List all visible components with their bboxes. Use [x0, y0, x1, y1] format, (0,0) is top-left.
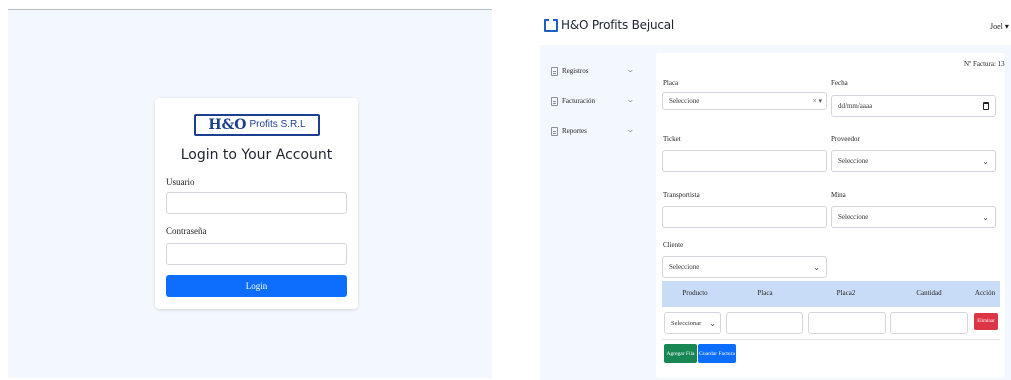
document-icon — [551, 66, 558, 76]
mina-label: Mina — [831, 191, 846, 199]
chevron-down-icon[interactable]: ⌄ — [626, 95, 635, 104]
chevron-down-icon[interactable]: ⌄ — [626, 65, 635, 74]
logo-sub-text: Profits S.R.L — [249, 119, 306, 130]
placa-select-value: Seleccione — [669, 97, 700, 105]
mina-select[interactable]: Seleccione ⌄ — [831, 206, 996, 228]
table-divider — [662, 339, 1000, 340]
sidebar-item-label: Registros — [562, 67, 589, 75]
chevron-down-icon: ⌄ — [982, 157, 989, 166]
brand-logo-icon — [544, 18, 558, 32]
calendar-icon[interactable] — [983, 102, 989, 110]
placa-select[interactable]: Seleccione × ▾ — [662, 92, 827, 110]
chevron-down-icon[interactable]: ⌄ — [626, 125, 635, 134]
chevron-down-icon: ⌄ — [813, 263, 820, 272]
document-icon — [551, 96, 558, 106]
placa-label: Placa — [663, 79, 679, 87]
producto-select[interactable]: Seleccionar ⌄ — [664, 312, 721, 334]
delete-row-button[interactable]: Eliminar — [974, 313, 998, 330]
login-button[interactable]: Login — [166, 275, 347, 297]
document-icon — [551, 126, 558, 136]
fecha-label: Fecha — [831, 79, 848, 87]
chevron-down-icon: ⌄ — [982, 213, 989, 222]
sidebar-item-label: Reportes — [562, 127, 587, 135]
placa-cell-input[interactable] — [726, 312, 803, 334]
proveedor-select-value: Seleccione — [838, 157, 869, 165]
clear-icon[interactable]: × ▾ — [813, 97, 822, 105]
placa2-cell-input[interactable] — [808, 312, 886, 334]
fecha-input-value: dd/mm/aaaa — [838, 102, 873, 110]
usuario-label: Usuario — [166, 177, 195, 187]
cliente-label: Cliente — [663, 241, 684, 249]
column-header-accion: Acción — [974, 289, 996, 297]
user-menu[interactable]: Joel ▾ — [990, 22, 1009, 31]
ticket-input[interactable] — [662, 150, 827, 172]
chevron-down-icon: ⌄ — [709, 319, 716, 328]
proveedor-label: Proveedor — [831, 135, 860, 143]
cliente-select-value: Seleccione — [669, 263, 700, 271]
cantidad-cell-input[interactable] — [890, 312, 968, 334]
proveedor-select[interactable]: Seleccione ⌄ — [831, 150, 996, 172]
column-header-producto: Producto — [682, 289, 708, 297]
usuario-input[interactable] — [166, 192, 347, 214]
login-page: H&O Profits S.R.L Login to Your Account … — [8, 10, 492, 378]
save-invoice-button[interactable]: Guardar Factura — [698, 344, 736, 363]
transportista-label: Transportista — [663, 191, 700, 199]
cliente-select[interactable]: Seleccione ⌄ — [662, 256, 827, 278]
fecha-input[interactable]: dd/mm/aaaa — [831, 95, 996, 117]
company-logo: H&O Profits S.R.L — [194, 114, 320, 136]
producto-select-value: Seleccionar — [671, 319, 702, 327]
mina-select-value: Seleccione — [838, 213, 869, 221]
ticket-label: Ticket — [663, 135, 681, 143]
app-brand[interactable]: H&O Profits Bejucal — [544, 18, 674, 32]
transportista-input[interactable] — [662, 206, 827, 228]
column-header-cantidad: Cantidad — [916, 289, 942, 297]
sidebar-item-label: Facturación — [562, 97, 596, 105]
contrasena-input[interactable] — [166, 243, 347, 265]
invoice-number: Nº Factura: 13 — [964, 60, 1005, 68]
sidebar-item-registros[interactable]: Registros — [551, 64, 588, 78]
sidebar-item-reportes[interactable]: Reportes — [551, 124, 587, 138]
login-title: Login to Your Account — [180, 147, 333, 163]
login-card: H&O Profits S.R.L Login to Your Account … — [155, 98, 358, 309]
add-row-button[interactable]: Agregar Fila — [664, 344, 697, 363]
logo-main-text: H&O — [208, 117, 247, 133]
sidebar-item-facturacion[interactable]: Facturación — [551, 94, 595, 108]
column-header-placa: Placa — [757, 289, 773, 297]
column-header-placa2: Placa2 — [836, 289, 856, 297]
contrasena-label: Contraseña — [166, 226, 207, 236]
brand-title: H&O Profits Bejucal — [561, 18, 675, 32]
